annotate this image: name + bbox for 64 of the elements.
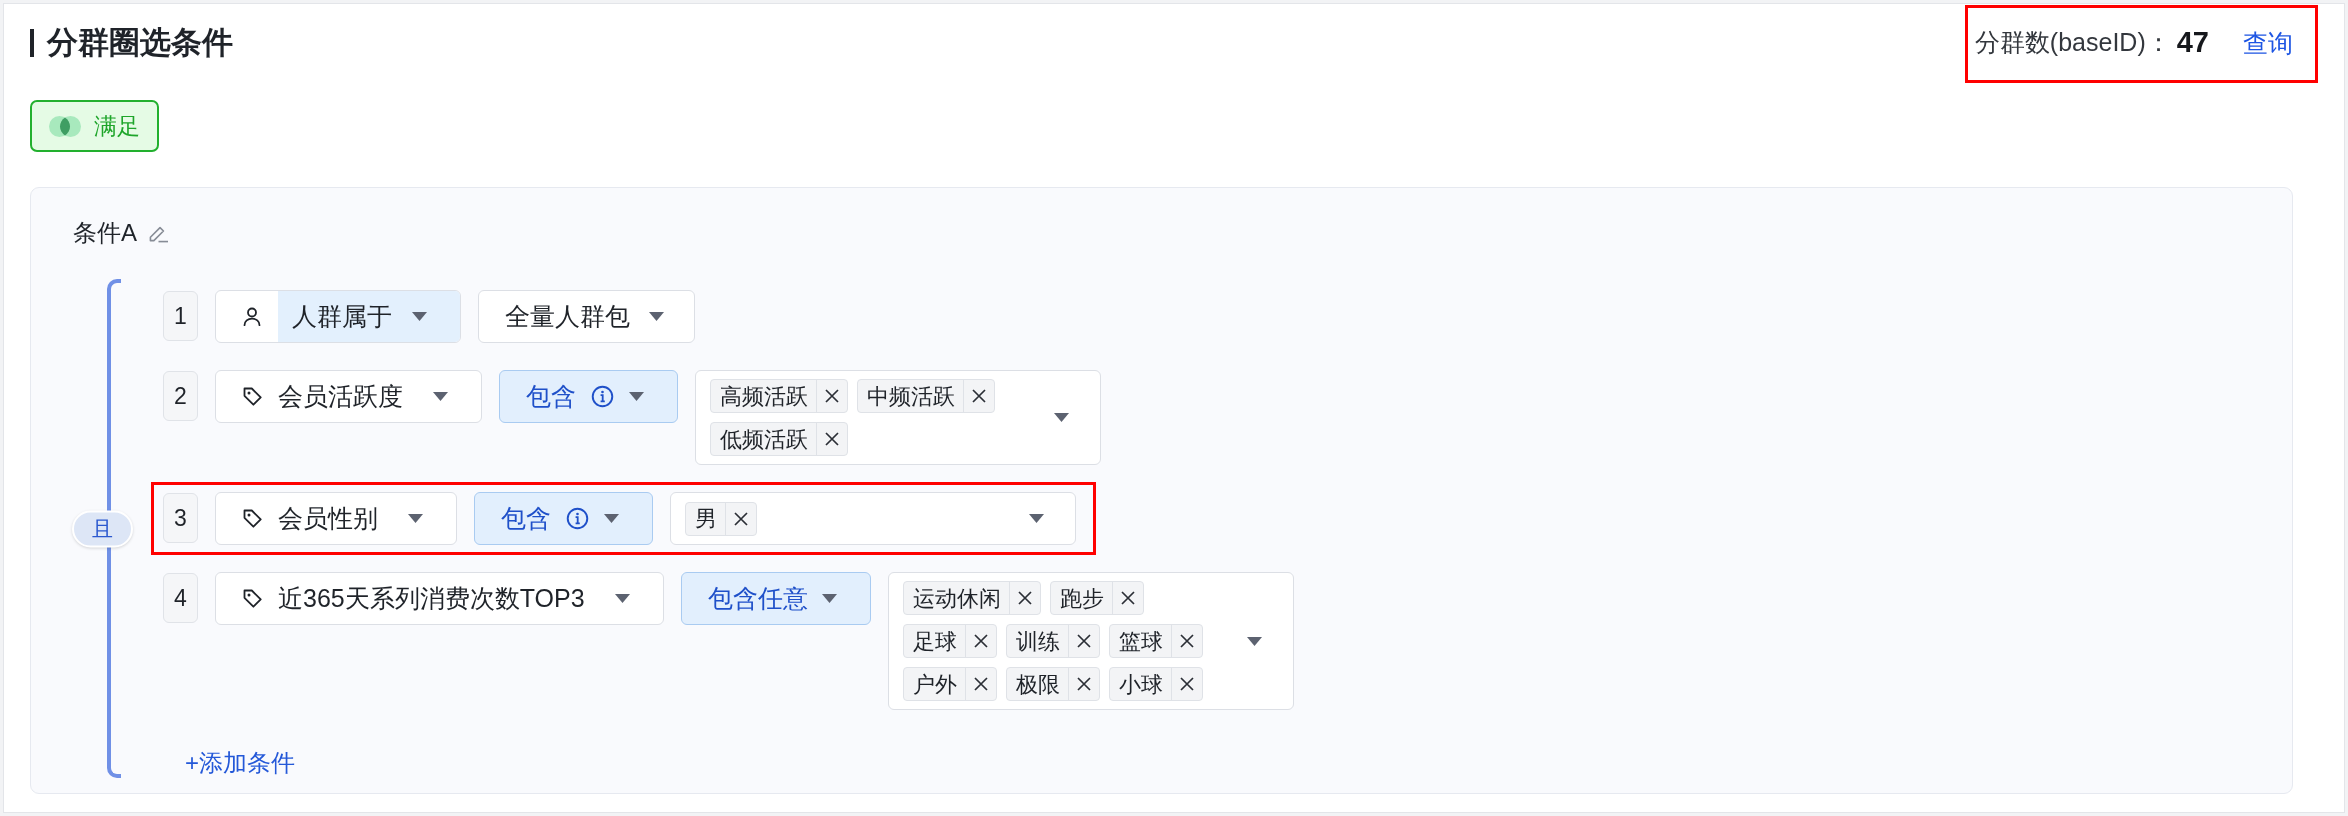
- caret-icon: [821, 594, 837, 603]
- row-number: 3: [163, 493, 198, 543]
- close-icon: [1120, 591, 1135, 605]
- close-icon: [973, 634, 988, 648]
- tag-icon: [243, 387, 262, 406]
- count-label: 分群数(baseID)：: [1974, 27, 2171, 59]
- close-icon: [1179, 634, 1194, 648]
- close-icon: [1076, 634, 1091, 648]
- tag-label: 篮球: [1117, 627, 1164, 656]
- tag-icon: [243, 589, 262, 608]
- query-link[interactable]: 查询: [2243, 26, 2293, 60]
- field-select[interactable]: 人群属于: [215, 290, 461, 343]
- value-select[interactable]: 全量人群包: [478, 290, 695, 343]
- tag-icon: [243, 509, 262, 528]
- tag-label: 中频活跃: [866, 382, 956, 411]
- operator-select[interactable]: 包含: [499, 370, 678, 423]
- logic-toggle[interactable]: 且: [72, 510, 133, 547]
- caret-icon: [1246, 636, 1262, 646]
- tag-label: 男: [694, 505, 718, 533]
- person-icon: [243, 307, 261, 326]
- close-icon: [973, 677, 988, 691]
- tag-label: 低频活跃: [719, 425, 809, 454]
- tag-label: 户外: [911, 670, 958, 699]
- caret-icon: [629, 392, 644, 401]
- tag-label: 足球: [911, 627, 958, 656]
- close-icon: [972, 389, 986, 403]
- close-icon: [734, 511, 748, 526]
- tag-select[interactable]: 高频活跃 中频活跃 低频活跃: [695, 370, 1101, 465]
- close-icon: [825, 432, 839, 446]
- caret-icon: [412, 312, 427, 321]
- tag-label: 极限: [1014, 670, 1061, 699]
- count-value: 47: [2176, 25, 2209, 61]
- close-icon: [1017, 591, 1032, 605]
- close-icon: [1179, 677, 1194, 691]
- field-select[interactable]: 会员性别: [215, 492, 457, 545]
- tag-label: 小球: [1117, 670, 1164, 699]
- row-number: 1: [163, 291, 198, 341]
- field-select[interactable]: 会员活跃度: [215, 370, 482, 423]
- caret-icon: [1054, 413, 1069, 422]
- tag-select[interactable]: 运动休闲 跑步 足球 训练 篮球 户外 极限 小球: [887, 572, 1294, 710]
- close-icon: [1076, 677, 1091, 691]
- operator-select[interactable]: 包含: [474, 492, 653, 545]
- row-number: 4: [163, 573, 198, 623]
- caret-icon: [649, 312, 664, 321]
- tag-select[interactable]: 男: [670, 492, 1076, 545]
- tag-label: 高频活跃: [719, 382, 809, 411]
- close-icon: [825, 389, 839, 403]
- tag-label: 运动休闲: [911, 584, 1002, 613]
- section-title: 分群圈选条件: [30, 29, 233, 57]
- tag-label: 训练: [1014, 627, 1061, 656]
- info-icon: [591, 385, 614, 408]
- tag-label: 跑步: [1058, 584, 1105, 613]
- caret-icon: [604, 514, 619, 523]
- caret-icon: [614, 594, 630, 603]
- caret-icon: [1029, 514, 1044, 523]
- field-select[interactable]: 近365天系列消费次数TOP3: [215, 572, 664, 625]
- add-condition-link[interactable]: +添加条件: [185, 749, 295, 777]
- row-number: 2: [163, 371, 198, 421]
- operator-select[interactable]: 包含任意: [680, 572, 871, 625]
- condition-name: 条件A: [73, 218, 137, 248]
- overlap-circles-icon: [49, 115, 81, 137]
- caret-icon: [408, 514, 423, 523]
- caret-icon: [433, 392, 448, 401]
- info-icon: [566, 507, 589, 530]
